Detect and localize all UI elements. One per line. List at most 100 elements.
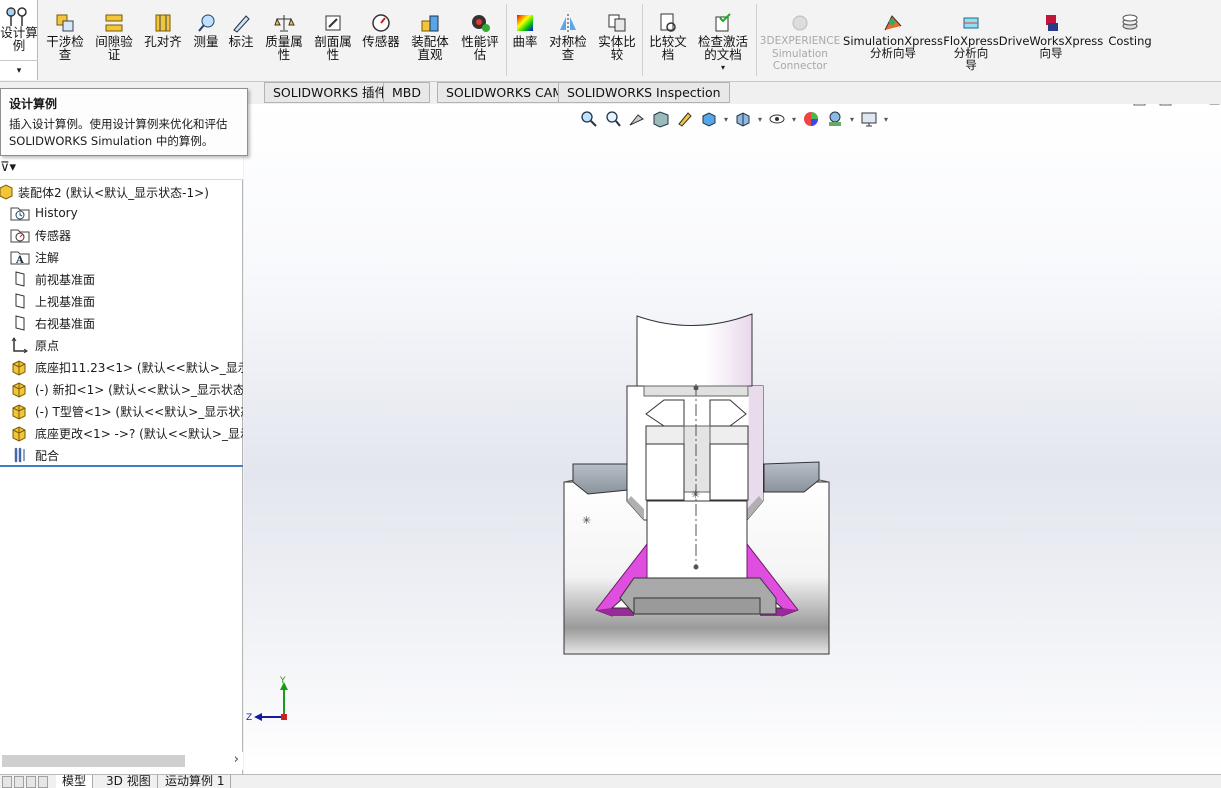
costing-label: Costing [1108, 34, 1152, 48]
tab-solidworks-addins[interactable]: SOLIDWORKS 插件 [264, 82, 397, 103]
floxpress-button[interactable]: FloXpress 分析向 导 [943, 0, 999, 80]
rollback-bar[interactable] [0, 465, 243, 467]
assembly-model-render[interactable]: ✳ ✳ Y Z [244, 104, 1221, 774]
tree-item-label: 前视基准面 [35, 272, 96, 287]
tree-item-label: 传感器 [35, 228, 72, 243]
tab-motion-study[interactable]: 运动算例 1 [159, 775, 232, 788]
tab-3d-view[interactable]: 3D 视图 [100, 775, 158, 788]
tree-item[interactable]: (-) T型管<1> (默认<<默认>_显示状态 [10, 401, 243, 421]
component-icon [10, 380, 30, 398]
check-active-document-icon [715, 13, 731, 32]
tree-item[interactable]: 前视基准面 [10, 269, 243, 289]
tree-horizontal-scrollbar[interactable]: › [0, 752, 243, 770]
3dexperience-icon [792, 15, 808, 31]
tab-solidworks-cam[interactable]: SOLIDWORKS CAM [437, 82, 573, 103]
driveworksxpress-button[interactable]: DriveWorksXpress 向导 [999, 0, 1103, 80]
compare-documents-label: 比较文 档 [649, 34, 687, 62]
hole-align-button[interactable]: 孔对齐 [140, 0, 186, 80]
filter-icon[interactable]: ⊽▾ [0, 160, 16, 175]
design-study-dropdown[interactable]: ▾ [0, 60, 38, 80]
tab-solidworks-inspection[interactable]: SOLIDWORKS Inspection [558, 82, 730, 103]
component-icon [10, 358, 30, 376]
scroll-right-icon[interactable]: › [234, 752, 239, 767]
tree-item-label: 底座扣11.23<1> (默认<<默认>_显示: [35, 360, 243, 375]
costing-button[interactable]: Costing [1104, 0, 1156, 80]
interference-check-icon [56, 14, 74, 32]
section-properties-button[interactable]: 剖面属 性 [310, 0, 356, 80]
measure-button[interactable]: 测量 [188, 0, 224, 80]
annotation-icon: A [10, 248, 30, 266]
tree-item-label: 注解 [35, 250, 60, 265]
sensor-folder-icon [10, 226, 30, 244]
svg-text:A: A [15, 255, 24, 266]
assembly-visualization-button[interactable]: 装配体 直观 [406, 0, 454, 80]
tree-item-label: 配合 [35, 448, 60, 463]
simulationxpress-button[interactable]: SimulationXpress 分析向导 [843, 0, 943, 80]
design-study-button[interactable]: 设计算 例 ▾ [0, 0, 38, 80]
floxpress-label: FloXpress 分析向 导 [943, 34, 999, 72]
tab-mbd[interactable]: MBD [383, 82, 430, 103]
interference-check-button[interactable]: 干涉检 查 [42, 0, 88, 80]
first-tab-button[interactable] [2, 776, 12, 788]
check-active-document-button[interactable]: 检查激活 的文档 ▾ [694, 0, 752, 80]
origin-icon [10, 336, 30, 354]
tree-item[interactable]: 上视基准面 [10, 291, 243, 311]
section-properties-icon [325, 15, 341, 31]
sensor-icon [372, 14, 390, 32]
assembly-visualization-label: 装配体 直观 [411, 34, 449, 62]
triad-z-label: Z [246, 713, 252, 723]
tree-item-label: 右视基准面 [35, 316, 96, 331]
clearance-verify-label: 间隙验 证 [95, 34, 133, 62]
tree-item[interactable]: A 注解 [10, 247, 243, 267]
performance-evaluation-button[interactable]: 性能评 估 [456, 0, 504, 80]
bottom-tabs: 模型 3D 视图 运动算例 1 [0, 774, 1221, 788]
graphics-viewport[interactable]: ▾ ▾ ▾ ▾ ▾ ✳ ✳ Y Z [244, 104, 1221, 774]
mass-properties-button[interactable]: 质量属 性 [261, 0, 307, 80]
tree-item[interactable]: 原点 [10, 335, 243, 355]
curvature-button[interactable]: 曲率 [508, 0, 542, 80]
markup-label: 标注 [228, 34, 254, 49]
tree-item[interactable]: History [10, 203, 243, 223]
last-tab-button[interactable] [38, 776, 48, 788]
tooltip-line-1: 插入设计算例。使用设计算例来优化和评估 [9, 117, 228, 131]
tree-root-assembly[interactable]: 装配体2 (默认<默认_显示状态-1>) [0, 182, 209, 202]
history-folder-icon [10, 204, 30, 222]
sensor-button[interactable]: 传感器 [358, 0, 404, 80]
compare-documents-button[interactable]: 比较文 档 [645, 0, 691, 80]
tree-item[interactable]: 右视基准面 [10, 313, 243, 333]
performance-evaluation-label: 性能评 估 [461, 34, 499, 62]
next-tab-button[interactable] [26, 776, 36, 788]
mass-properties-icon [274, 15, 295, 32]
tooltip-title: 设计算例 [9, 97, 58, 111]
design-study-tooltip: 设计算例 插入设计算例。使用设计算例来优化和评估 SOLIDWORKS Simu… [0, 88, 248, 156]
mass-properties-label: 质量属 性 [265, 34, 303, 62]
plane-icon [10, 314, 30, 332]
hole-align-label: 孔对齐 [144, 34, 182, 49]
symmetry-check-label: 对称检 查 [549, 34, 587, 62]
svg-text:✳: ✳ [582, 514, 591, 527]
component-icon [10, 402, 30, 420]
symmetry-check-button[interactable]: 对称检 查 [545, 0, 591, 80]
tree-item[interactable]: 底座扣11.23<1> (默认<<默认>_显示: [10, 357, 243, 377]
tree-root-label: 装配体2 (默认<默认_显示状态-1>) [18, 185, 209, 200]
markup-icon [233, 15, 250, 33]
markup-button[interactable]: 标注 [225, 0, 257, 80]
clearance-verify-button[interactable]: 间隙验 证 [91, 0, 137, 80]
measure-icon [198, 14, 215, 32]
design-study-label: 设计算 例 [0, 25, 38, 53]
tree-item[interactable]: 配合 [10, 445, 243, 465]
prev-tab-button[interactable] [14, 776, 24, 788]
tree-item-label: 原点 [35, 338, 60, 353]
tree-item-label: 底座更改<1> ->? (默认<<默认>_显示 [35, 426, 243, 441]
tree-item[interactable]: 传感器 [10, 225, 243, 245]
scrollbar-thumb[interactable] [2, 755, 185, 767]
tree-item[interactable]: (-) 新扣<1> (默认<<默认>_显示状态 [10, 379, 243, 399]
tree-item[interactable]: 底座更改<1> ->? (默认<<默认>_显示 [10, 423, 243, 443]
compare-body-label: 实体比 较 [598, 34, 636, 62]
tab-model[interactable]: 模型 [56, 775, 94, 788]
curvature-label: 曲率 [512, 34, 538, 49]
check-active-document-dropdown-icon[interactable]: ▾ [721, 63, 725, 72]
compare-body-button[interactable]: 实体比 较 [594, 0, 640, 80]
check-active-document-label: 检查激活 的文档 [697, 34, 748, 62]
assembly-visualization-icon [421, 15, 439, 32]
